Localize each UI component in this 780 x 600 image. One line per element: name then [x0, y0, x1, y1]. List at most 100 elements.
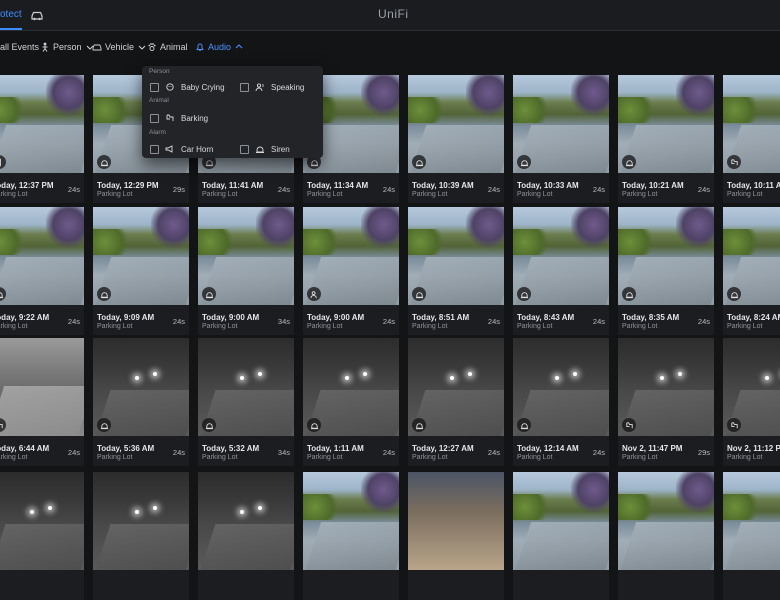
event-time: Today, 9:00 AM	[307, 313, 365, 322]
event-card[interactable]	[408, 472, 504, 600]
vehicle-tab-icon[interactable]	[30, 8, 44, 22]
chevron-up-icon	[235, 44, 243, 49]
event-thumbnail[interactable]	[408, 472, 504, 570]
event-time: Nov 2, 11:47 PM	[622, 444, 683, 453]
event-thumbnail[interactable]	[93, 207, 189, 305]
event-thumbnail[interactable]	[0, 338, 84, 436]
event-time: Today, 1:11 AM	[307, 444, 364, 453]
event-thumbnail[interactable]	[0, 207, 84, 305]
event-card[interactable]: Today, 10:39 AM Parking Lot 24s	[408, 75, 504, 203]
event-thumbnail[interactable]	[198, 207, 294, 305]
event-card[interactable]: Today, 8:35 AM Parking Lot 24s	[618, 207, 714, 335]
event-location: Parking Lot	[622, 323, 658, 330]
car-horn-checkbox[interactable]	[150, 144, 159, 154]
option-car-horn[interactable]: Car Horn	[150, 143, 213, 155]
filter-animal[interactable]: Animal	[147, 40, 188, 54]
event-card[interactable]: Today, 8:24 AM Parking Lot	[723, 207, 780, 335]
event-card[interactable]	[198, 472, 294, 600]
barking-checkbox[interactable]	[150, 113, 159, 123]
event-card[interactable]: Today, 8:43 AM Parking Lot 24s	[513, 207, 609, 335]
filter-vehicle[interactable]: Vehicle	[92, 40, 147, 54]
event-thumbnail[interactable]	[513, 75, 609, 173]
event-card[interactable]	[513, 472, 609, 600]
event-duration: 24s	[67, 448, 80, 457]
event-card[interactable]: Today, 10:33 AM Parking Lot 24s	[513, 75, 609, 203]
event-card[interactable]: Today, 5:36 AM Parking Lot 24s	[93, 338, 189, 466]
event-thumbnail[interactable]	[723, 75, 780, 173]
event-card[interactable]: Today, 12:14 AM Parking Lot 24s	[513, 338, 609, 466]
car-horn-label: Car Horn	[181, 144, 214, 154]
event-thumbnail[interactable]	[723, 207, 780, 305]
siren-checkbox[interactable]	[240, 144, 249, 154]
event-card[interactable]: Today, 10:11 AMParking Lot	[723, 75, 780, 203]
event-duration: 24s	[382, 185, 395, 194]
event-time: Today, 9:22 AM	[0, 313, 50, 322]
event-thumbnail[interactable]	[408, 207, 504, 305]
event-thumbnail[interactable]	[723, 338, 780, 436]
event-card[interactable]	[303, 472, 399, 600]
siren-icon	[97, 418, 111, 432]
event-thumbnail[interactable]	[0, 75, 84, 173]
event-card[interactable]: Today, 12:37 PMParking Lot 24s	[0, 75, 84, 203]
horn-icon	[165, 145, 173, 153]
event-time: Nov 2, 11:12 PM	[727, 444, 780, 453]
speaking-checkbox[interactable]	[240, 82, 249, 92]
event-thumbnail[interactable]	[408, 338, 504, 436]
filter-audio[interactable]: Audio	[195, 40, 244, 54]
event-time: Today, 9:00 AM	[202, 313, 260, 322]
option-baby-crying[interactable]: Baby Crying	[150, 81, 225, 93]
event-thumbnail[interactable]	[513, 207, 609, 305]
event-thumbnail[interactable]	[198, 338, 294, 436]
event-card[interactable]: Today, 9:00 AM Parking Lot 24s	[303, 207, 399, 335]
event-thumbnail[interactable]	[303, 472, 399, 570]
event-card[interactable]: Today, 10:21 AM Parking Lot 24s	[618, 75, 714, 203]
event-thumbnail[interactable]	[723, 472, 780, 570]
event-duration: 24s	[487, 317, 500, 326]
event-thumbnail[interactable]	[618, 338, 714, 436]
event-card[interactable]: Nov 2, 11:47 PM Parking Lot 29s	[618, 338, 714, 466]
event-duration: 24s	[382, 317, 395, 326]
event-card[interactable]	[0, 472, 84, 600]
event-card[interactable]: Today, 8:51 AM Parking Lot 24s	[408, 207, 504, 335]
baby-crying-checkbox[interactable]	[150, 82, 159, 92]
event-thumbnail[interactable]	[618, 207, 714, 305]
event-duration: 24s	[277, 185, 290, 194]
event-thumbnail[interactable]	[513, 338, 609, 436]
event-thumbnail[interactable]	[618, 472, 714, 570]
event-card[interactable]: Today, 12:27 AM Parking Lot 24s	[408, 338, 504, 466]
event-card[interactable]: Today, 9:00 AM Parking Lot 34s	[198, 207, 294, 335]
event-thumbnail[interactable]	[513, 472, 609, 570]
option-barking[interactable]: Barking	[150, 112, 208, 124]
event-card[interactable]: Nov 2, 11:12 PMParking Lot	[723, 338, 780, 466]
event-card[interactable]: Today, 6:44 AMParking Lot 24s	[0, 338, 84, 466]
event-card[interactable]: Today, 1:11 AM Parking Lot 24s	[303, 338, 399, 466]
tab-protect[interactable]: otect	[0, 0, 22, 30]
filter-animal-label: Animal	[160, 42, 188, 52]
event-card[interactable]	[723, 472, 780, 600]
option-siren[interactable]: Siren	[240, 143, 290, 155]
filter-audio-label: Audio	[208, 42, 232, 52]
event-location: Parking Lot	[97, 323, 133, 330]
event-card[interactable]: Today, 9:09 AM Parking Lot 24s	[93, 207, 189, 335]
event-location: Parking Lot	[202, 454, 238, 461]
speaking-label: Speaking	[271, 82, 305, 92]
option-speaking[interactable]: Speaking	[240, 81, 304, 93]
event-location: Parking Lot	[97, 454, 133, 461]
event-card[interactable]: Today, 5:32 AM Parking Lot 34s	[198, 338, 294, 466]
event-card[interactable]: Today, 9:22 AMParking Lot 24s	[0, 207, 84, 335]
event-thumbnail[interactable]	[93, 338, 189, 436]
siren-icon	[517, 287, 531, 301]
event-thumbnail[interactable]	[303, 207, 399, 305]
event-thumbnail[interactable]	[303, 338, 399, 436]
filter-all-events[interactable]: all Events	[0, 40, 39, 54]
filter-person[interactable]: Person	[40, 40, 95, 54]
event-thumbnail[interactable]	[198, 472, 294, 570]
event-thumbnail[interactable]	[408, 75, 504, 173]
event-thumbnail[interactable]	[0, 472, 84, 570]
event-location: Parking Lot	[412, 323, 448, 330]
event-thumbnail[interactable]	[618, 75, 714, 173]
event-duration: 34s	[277, 448, 290, 457]
event-card[interactable]	[618, 472, 714, 600]
event-thumbnail[interactable]	[93, 472, 189, 570]
event-card[interactable]	[93, 472, 189, 600]
